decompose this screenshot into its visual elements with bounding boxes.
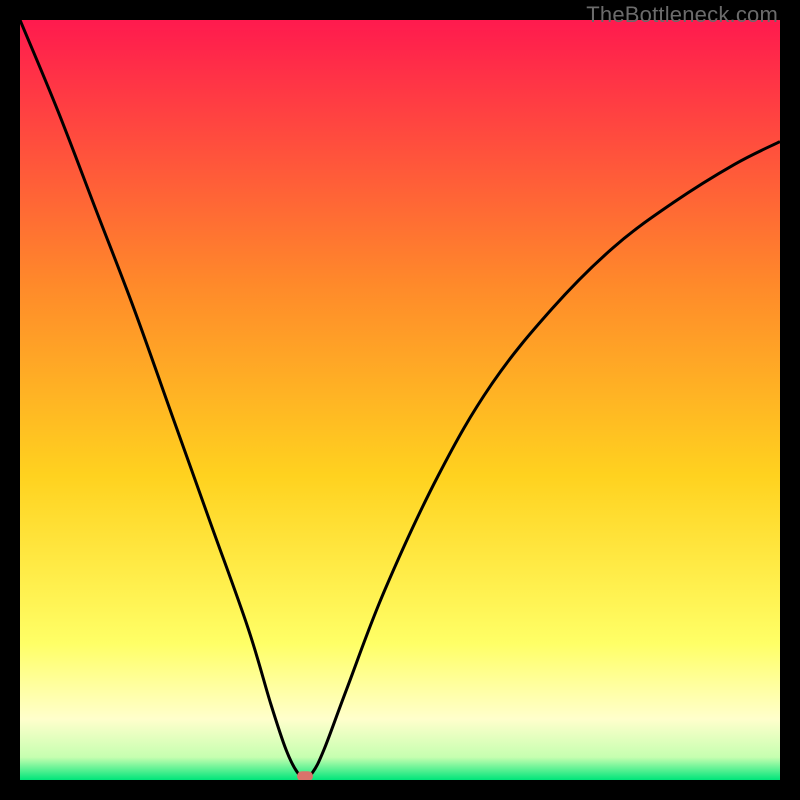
bottleneck-chart	[20, 20, 780, 780]
watermark-label: TheBottleneck.com	[586, 2, 778, 28]
optimum-marker	[297, 771, 313, 780]
chart-frame	[20, 20, 780, 780]
gradient-background	[20, 20, 780, 780]
